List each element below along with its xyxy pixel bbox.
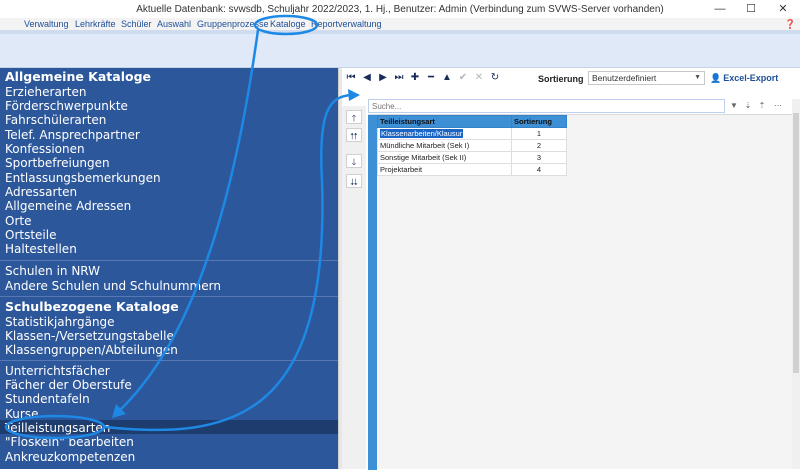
excel-export-button[interactable]: 👤 Excel-Export — [710, 73, 778, 84]
move-down-button[interactable]: 🡓 — [346, 154, 362, 168]
menu-reportverwaltung[interactable]: Reportverwaltung — [311, 18, 382, 30]
vertical-scrollbar[interactable] — [792, 99, 800, 469]
nav-item[interactable]: Erzieherarten — [5, 85, 86, 99]
edit-record-button[interactable]: ▲ — [440, 70, 454, 86]
first-record-button[interactable]: ⏮ — [344, 70, 358, 86]
prev-record-button[interactable]: ◀ — [360, 70, 374, 86]
move-up-button[interactable]: 🡑 — [346, 110, 362, 124]
table-cell[interactable]: Klassenarbeiten/Klausur — [377, 127, 512, 140]
minimize-button[interactable]: — — [705, 0, 735, 18]
add-record-button[interactable]: ✚ — [408, 70, 422, 86]
save-record-button[interactable]: ✔ — [456, 70, 470, 86]
table-cell[interactable]: 1 — [511, 127, 567, 140]
catalog-nav-panel: Allgemeine Kataloge Erzieherarten Förder… — [0, 68, 338, 469]
divider — [0, 260, 338, 261]
move-bottom-button[interactable]: ⮇ — [346, 174, 362, 188]
excel-export-label: Excel-Export — [723, 73, 779, 83]
nav-item[interactable]: Kurse — [5, 407, 38, 421]
delete-record-button[interactable]: ━ — [424, 70, 438, 86]
maximize-button[interactable]: ☐ — [736, 0, 766, 18]
nav-item[interactable]: Orte — [5, 214, 31, 228]
nav-item-teilleistungsarten[interactable]: Teilleistungsarten — [5, 421, 110, 435]
sort-value: Benutzerdefiniert — [592, 73, 657, 83]
table-row[interactable]: Projektarbeit 4 — [377, 163, 567, 176]
move-top-button[interactable]: ⮅ — [346, 128, 362, 142]
sort-asc-icon[interactable]: ⇡ — [755, 99, 769, 113]
sort-select[interactable]: Benutzerdefiniert ▼ — [588, 71, 705, 85]
section-heading-general: Allgemeine Kataloge — [5, 69, 152, 84]
table-cell[interactable]: 3 — [511, 151, 567, 164]
close-button[interactable]: ✕ — [768, 0, 798, 18]
help-icon[interactable]: ❓ — [785, 18, 796, 30]
table-cell[interactable]: 4 — [511, 163, 567, 176]
divider — [0, 296, 338, 297]
scroll-thumb[interactable] — [793, 113, 799, 373]
user-icon: 👤 — [710, 73, 722, 83]
menu-bar: Verwaltung Lehrkräfte Schüler Auswahl Gr… — [0, 18, 800, 30]
nav-item[interactable]: Unterrichtsfächer — [5, 364, 110, 378]
filter-icon[interactable]: ▼ — [727, 99, 741, 113]
records-grid: Teilleistungsart Sortierung Klassenarbei… — [368, 114, 792, 470]
search-input[interactable] — [368, 99, 725, 113]
nav-item[interactable]: Fahrschülerarten — [5, 113, 106, 127]
nav-item[interactable]: "Floskeln" bearbeiten — [5, 435, 134, 449]
section-heading-school: Schulbezogene Kataloge — [5, 299, 179, 314]
nav-item[interactable]: Entlassungsbemerkungen — [5, 171, 161, 185]
sort-label: Sortierung — [538, 74, 584, 84]
nav-item[interactable]: Ortsteile — [5, 228, 56, 242]
nav-item[interactable]: Statistikjahrgänge — [5, 315, 115, 329]
row-indicator-gutter — [368, 115, 377, 470]
chevron-down-icon: ▼ — [694, 74, 701, 81]
last-record-button[interactable]: ⏭ — [392, 70, 406, 86]
nav-item[interactable]: Sportbefreiungen — [5, 156, 110, 170]
table-row[interactable]: Klassenarbeiten/Klausur 1 — [377, 127, 567, 140]
next-record-button[interactable]: ▶ — [376, 70, 390, 86]
nav-item[interactable]: Allgemeine Adressen — [5, 199, 131, 213]
column-header-sortierung[interactable]: Sortierung — [511, 115, 567, 128]
nav-item[interactable]: Ankreuzkompetenzen — [5, 450, 135, 464]
cancel-edit-button[interactable]: ✕ — [472, 70, 486, 86]
sort-desc-icon[interactable]: ⇣ — [741, 99, 755, 113]
nav-item[interactable]: Klassen-/Versetzungstabelle — [5, 329, 174, 343]
table-row[interactable]: Sonstige Mitarbeit (Sek II) 3 — [377, 151, 567, 164]
nav-item[interactable]: Stundentafeln — [5, 392, 90, 406]
menu-kataloge[interactable]: Kataloge — [268, 18, 308, 30]
nav-item[interactable]: Konfessionen — [5, 142, 85, 156]
menu-verwaltung[interactable]: Verwaltung — [24, 18, 69, 30]
menu-gruppenprozesse[interactable]: Gruppenprozesse — [197, 18, 269, 30]
more-options-icon[interactable]: ⋯ — [771, 99, 785, 113]
nav-item[interactable]: Förderschwerpunkte — [5, 99, 128, 113]
reorder-buttons: 🡑 ⮅ 🡓 ⮇ — [342, 106, 366, 469]
detail-panel: ⏮ ◀ ▶ ⏭ ✚ ━ ▲ ✔ ✕ ↻ Sortierung Benutzerd… — [342, 68, 800, 470]
ribbon — [0, 30, 800, 68]
nav-item[interactable]: Telef. Ansprechpartner — [5, 128, 140, 142]
table-row[interactable]: Mündliche Mitarbeit (Sek I) 2 — [377, 139, 567, 152]
nav-item[interactable]: Fächer der Oberstufe — [5, 378, 132, 392]
nav-item[interactable]: Haltestellen — [5, 242, 77, 256]
table-cell[interactable]: Projektarbeit — [377, 163, 512, 176]
column-header-teilleistungsart[interactable]: Teilleistungsart — [377, 115, 512, 128]
menu-auswahl[interactable]: Auswahl — [157, 18, 191, 30]
title-bar: Aktuelle Datenbank: svwsdb, Schuljahr 20… — [0, 0, 800, 18]
filter-tools: ▼ ⇣ ⇡ ⋯ — [727, 99, 791, 113]
menu-schueler[interactable]: Schüler — [121, 18, 152, 30]
window-title: Aktuelle Datenbank: svwsdb, Schuljahr 20… — [136, 4, 664, 15]
table-cell[interactable]: Mündliche Mitarbeit (Sek I) — [377, 139, 512, 152]
table-cell[interactable]: Sonstige Mitarbeit (Sek II) — [377, 151, 512, 164]
divider — [0, 360, 338, 361]
nav-item[interactable]: Klassengruppen/Abteilungen — [5, 343, 178, 357]
nav-item[interactable]: Adressarten — [5, 185, 77, 199]
table-cell[interactable]: 2 — [511, 139, 567, 152]
menu-lehrkraefte[interactable]: Lehrkräfte — [75, 18, 116, 30]
nav-item[interactable]: Andere Schulen und Schulnummern — [5, 279, 221, 293]
refresh-button[interactable]: ↻ — [488, 70, 502, 86]
records-table: Teilleistungsart Sortierung Klassenarbei… — [377, 115, 567, 176]
nav-item[interactable]: Schulen in NRW — [5, 264, 100, 278]
